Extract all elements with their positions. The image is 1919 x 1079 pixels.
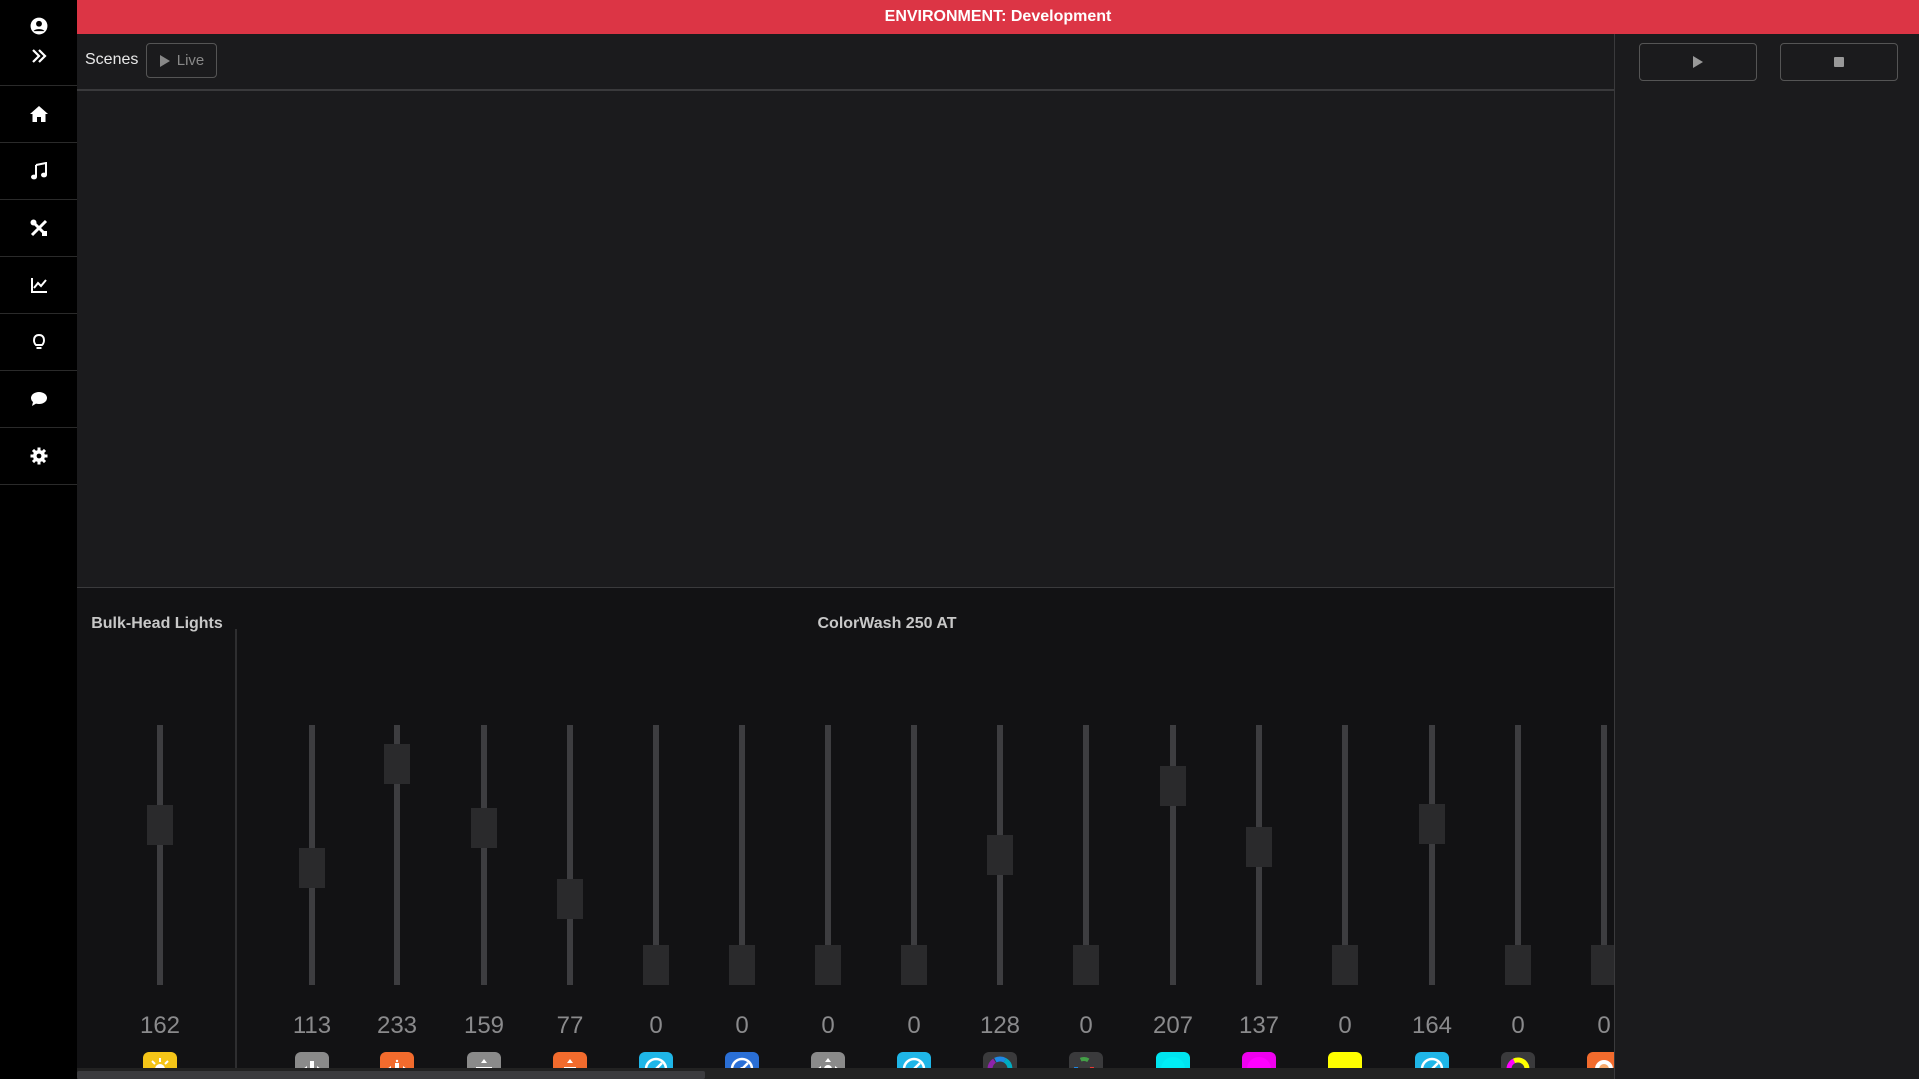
channel-fader: 137: [1224, 588, 1294, 1079]
fader-thumb[interactable]: [1160, 766, 1186, 807]
channel-fader: 164: [1397, 588, 1467, 1079]
chart-line-icon: [30, 278, 47, 293]
fader-track[interactable]: [157, 725, 163, 985]
fader-thumb[interactable]: [1073, 945, 1099, 985]
channel-fader: 113: [277, 588, 347, 1079]
fader-thumb[interactable]: [1591, 945, 1614, 985]
music-note-icon: [30, 162, 47, 180]
fader-thumb[interactable]: [643, 945, 669, 985]
fader-track[interactable]: [1429, 725, 1435, 985]
fader-track[interactable]: [1170, 725, 1176, 985]
tools-icon: [30, 219, 47, 237]
channel-fader: 0: [793, 588, 863, 1079]
main-area: Scenes Live Bulk-Head Lights ColorWash 2…: [77, 34, 1614, 1079]
channel-value: 162: [139, 1012, 181, 1039]
fader-thumb[interactable]: [147, 805, 173, 846]
fader-thumb[interactable]: [384, 743, 410, 784]
channel-value: 137: [1238, 1012, 1280, 1039]
channel-value: 0: [1079, 1012, 1093, 1039]
channel-value: 0: [1338, 1012, 1352, 1039]
channel-fader: 128: [965, 588, 1035, 1079]
channel-value: 0: [821, 1012, 835, 1039]
double-chevron-right-icon[interactable]: [31, 48, 47, 69]
fader-track[interactable]: [567, 725, 573, 985]
fader-panel: Bulk-Head Lights ColorWash 250 AT 162 113…: [77, 588, 1614, 1079]
channel-fader: 207: [1138, 588, 1208, 1079]
channel-value: 0: [1597, 1012, 1611, 1039]
stop-icon: [1834, 57, 1844, 67]
fader-thumb[interactable]: [299, 847, 325, 888]
channel-fader: 0: [621, 588, 691, 1079]
sidebar-item-settings[interactable]: [0, 428, 77, 485]
channel-fader: 0: [1310, 588, 1380, 1079]
play-icon: [1693, 56, 1703, 68]
play-button[interactable]: [1639, 43, 1757, 81]
lightbulb-icon: [32, 333, 45, 349]
channel-value: 0: [735, 1012, 749, 1039]
channel-fader: 159: [449, 588, 519, 1079]
gear-icon: [30, 447, 47, 465]
right-panel: [1614, 34, 1919, 1079]
channel-fader: 0: [879, 588, 949, 1079]
live-button-label: Live: [176, 52, 205, 69]
channel-value: 0: [907, 1012, 921, 1039]
channel-value: 0: [1511, 1012, 1525, 1039]
fader-thumb[interactable]: [729, 945, 755, 985]
sidebar-item-music[interactable]: [0, 143, 77, 200]
fader-thumb[interactable]: [901, 945, 927, 985]
play-icon: [159, 54, 170, 67]
comment-icon: [30, 392, 47, 406]
channel-value: 77: [556, 1012, 584, 1039]
fader-thumb[interactable]: [1246, 826, 1272, 867]
live-button[interactable]: Live: [146, 43, 217, 78]
channel-value: 159: [463, 1012, 505, 1039]
scenes-label: Scenes: [85, 51, 139, 68]
channel-fader: 0: [1569, 588, 1614, 1079]
scenes-toolbar: Scenes Live: [77, 34, 1614, 91]
group-divider: [235, 629, 237, 1079]
fader-thumb[interactable]: [1419, 803, 1445, 844]
fader-thumb[interactable]: [557, 878, 583, 919]
fader-track[interactable]: [481, 725, 487, 985]
channel-value: 207: [1152, 1012, 1194, 1039]
environment-banner: ENVIRONMENT: Development: [77, 0, 1919, 34]
channel-fader: 162: [125, 588, 195, 1079]
sidebar-item-home[interactable]: [0, 86, 77, 143]
fader-thumb[interactable]: [471, 807, 497, 848]
channel-fader: 0#: [1051, 588, 1121, 1079]
scene-area: [77, 91, 1614, 588]
sidebar-item-analytics[interactable]: [0, 257, 77, 314]
channel-fader: 77: [535, 588, 605, 1079]
sidebar-item-chat[interactable]: [0, 371, 77, 428]
sidebar-top: [0, 0, 77, 86]
channel-value: 113: [292, 1012, 332, 1039]
channel-fader: 0: [1483, 588, 1553, 1079]
channel-fader: 233: [362, 588, 432, 1079]
channel-value: 233: [376, 1012, 418, 1039]
fader-thumb[interactable]: [1332, 945, 1358, 985]
fader-thumb[interactable]: [987, 834, 1013, 875]
channel-value: 0: [649, 1012, 663, 1039]
sidebar: [0, 0, 77, 1079]
sidebar-item-tools[interactable]: [0, 200, 77, 257]
channel-value: 164: [1411, 1012, 1453, 1039]
fader-thumb[interactable]: [815, 945, 841, 985]
home-icon: [29, 106, 48, 122]
channel-fader: 0: [707, 588, 777, 1079]
horizontal-scrollbar-thumb[interactable]: [77, 1071, 705, 1079]
user-circle-icon[interactable]: [30, 17, 48, 40]
sidebar-item-lights[interactable]: [0, 314, 77, 371]
fader-thumb[interactable]: [1505, 945, 1531, 985]
channel-value: 128: [979, 1012, 1021, 1039]
environment-text: ENVIRONMENT: Development: [884, 8, 1112, 25]
horizontal-scrollbar[interactable]: [77, 1068, 1614, 1079]
stop-button[interactable]: [1780, 43, 1898, 81]
